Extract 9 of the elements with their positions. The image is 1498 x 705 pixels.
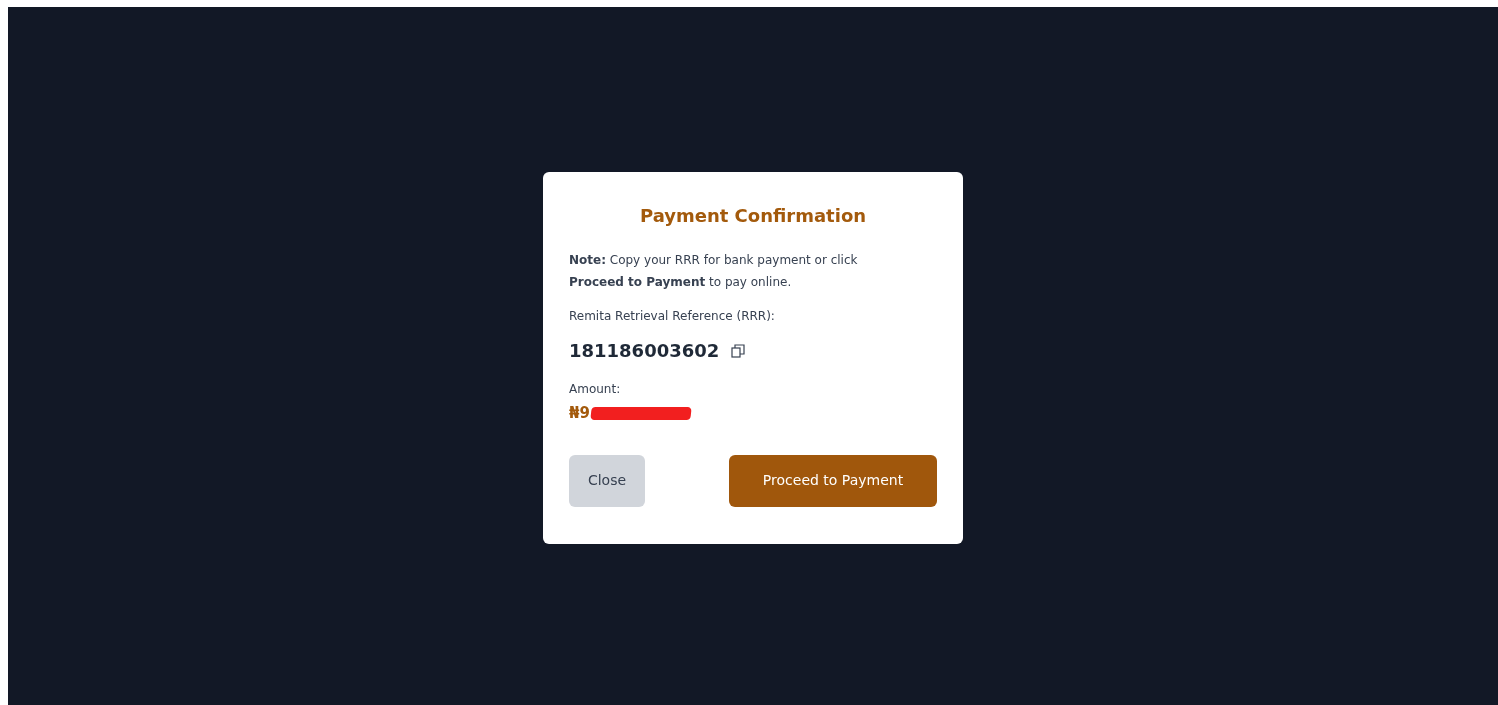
close-button[interactable]: Close <box>569 454 645 507</box>
rrr-number: 181186003602 <box>569 339 720 363</box>
dialog-title: Payment Confirmation <box>638 204 868 228</box>
amount-value: ₦9 <box>569 403 590 424</box>
proceed-button[interactable]: Proceed to Payment <box>729 454 937 507</box>
copy-icon[interactable] <box>731 343 746 358</box>
note-text: Note: Copy your RRR for bank payment or click Proceed to Payment to pay online. <box>569 252 859 291</box>
amount-label: Amount: <box>569 381 622 398</box>
rrr-label: Remita Retrieval Reference (RRR): <box>569 308 776 325</box>
